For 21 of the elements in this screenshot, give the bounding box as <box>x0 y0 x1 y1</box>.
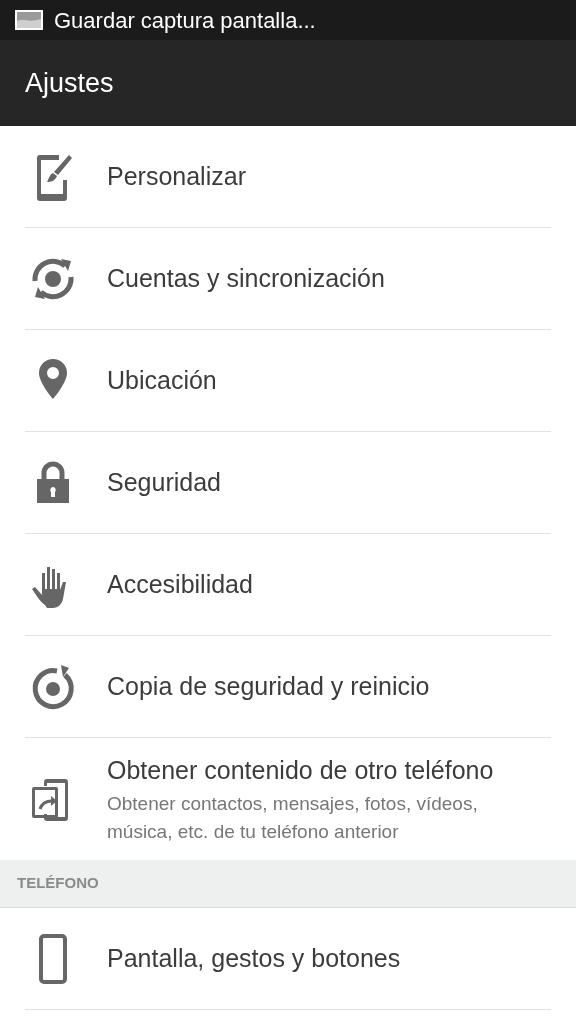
item-title: Personalizar <box>107 160 246 192</box>
settings-item[interactable]: Seguridad <box>25 432 551 534</box>
item-title: Pantalla, gestos y botones <box>107 942 401 974</box>
settings-item[interactable]: Copia de seguridad y reinicio <box>25 636 551 738</box>
item-title: Seguridad <box>107 466 221 498</box>
settings-item[interactable]: Pantalla, gestos y botones <box>25 908 551 1010</box>
screen-title: Ajustes <box>25 66 114 100</box>
item-title: Copia de seguridad y reinicio <box>107 670 430 702</box>
section-title: TELÉFONO <box>17 873 99 894</box>
settings-item[interactable]: Accesibilidad <box>25 534 551 636</box>
item-title: Ubicación <box>107 364 217 396</box>
settings-item[interactable]: Personalizar <box>25 126 551 228</box>
settings-item[interactable]: Cuentas y sincronización <box>25 228 551 330</box>
screenshot-icon <box>14 9 44 31</box>
settings-item[interactable]: Ubicación <box>25 330 551 432</box>
item-description: Obtener contactos, mensajes, fotos, vídeos, música, etc. de tu teléfono anterior <box>107 791 479 844</box>
item-title: Cuentas y sincronización <box>107 262 385 294</box>
settings-item[interactable]: Obtener contenido de otro teléfono Obtener contactos, mensajes, fotos, vídeos, música, etc. de tu teléfono anterior <box>25 738 551 860</box>
notification-text: Guardar captura pantalla... <box>54 6 316 35</box>
item-title: Obtener contenido de otro teléfono <box>107 755 495 787</box>
item-title: Accesibilidad <box>107 568 253 600</box>
